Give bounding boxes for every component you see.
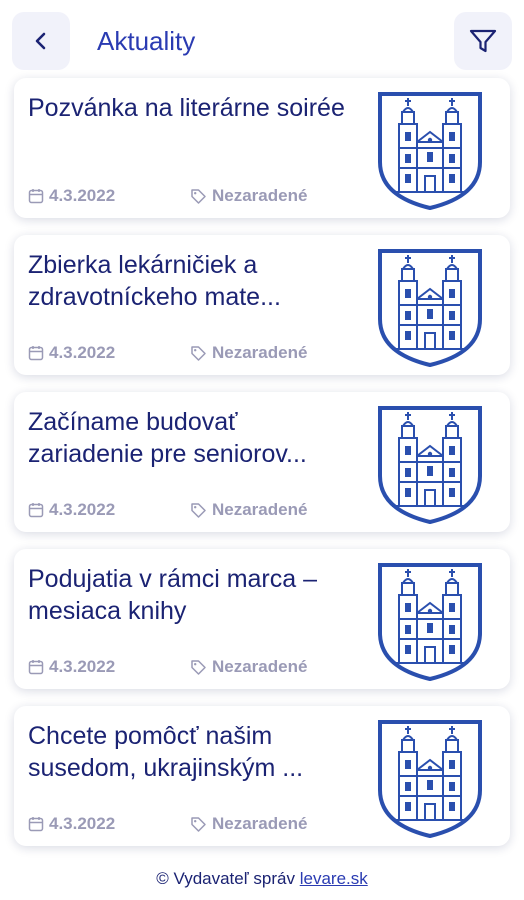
filter-icon <box>469 29 497 53</box>
article-list: Pozvánka na literárne soirée 4.3.2022 Ne… <box>14 78 510 863</box>
article-card[interactable]: Podujatia v rámci marca – mesiaca knihy … <box>14 549 510 689</box>
calendar-icon <box>28 345 44 361</box>
calendar-icon <box>28 659 44 675</box>
footer-text: © Vydavateľ správ <box>156 869 300 888</box>
article-date: 4.3.2022 <box>49 657 116 676</box>
calendar-icon <box>28 816 44 832</box>
church-crest-image <box>374 718 486 840</box>
chevron-left-icon <box>35 32 46 50</box>
article-card[interactable]: Pozvánka na literárne soirée 4.3.2022 Ne… <box>14 78 510 218</box>
church-crest-image <box>374 90 486 212</box>
article-meta: 4.3.2022 Nezaradené <box>28 812 307 836</box>
article-category: Nezaradené <box>212 343 308 362</box>
article-card[interactable]: Začíname budovať zariadenie pre seniorov… <box>14 392 510 532</box>
article-title: Pozvánka na literárne soirée <box>28 94 345 122</box>
article-date: 4.3.2022 <box>49 343 116 362</box>
back-button[interactable] <box>12 12 70 70</box>
church-crest-image <box>374 404 486 526</box>
article-meta: 4.3.2022 Nezaradené <box>28 341 307 365</box>
filter-button[interactable] <box>454 12 512 70</box>
tag-icon <box>190 345 207 362</box>
article-meta: 4.3.2022 Nezaradené <box>28 655 307 679</box>
article-card[interactable]: Zbierka lekárničiek a zdravotníckeho mat… <box>14 235 510 375</box>
tag-icon <box>190 816 207 833</box>
calendar-icon <box>28 188 44 204</box>
article-date: 4.3.2022 <box>49 814 116 833</box>
article-title: Začíname budovať zariadenie pre seniorov… <box>28 408 307 468</box>
page-title: Aktuality <box>97 26 196 56</box>
article-title: Zbierka lekárničiek a zdravotníckeho mat… <box>28 251 281 311</box>
article-title: Chcete pomôcť našim susedom, ukrajinským… <box>28 722 304 782</box>
article-meta: 4.3.2022 Nezaradené <box>28 498 307 522</box>
app-header: Aktuality <box>0 0 524 84</box>
article-category: Nezaradené <box>212 186 308 205</box>
tag-icon <box>190 188 207 205</box>
article-category: Nezaradené <box>212 500 308 519</box>
church-crest-image <box>374 561 486 683</box>
article-category: Nezaradené <box>212 814 308 833</box>
tag-icon <box>190 659 207 676</box>
article-card[interactable]: Chcete pomôcť našim susedom, ukrajinským… <box>14 706 510 846</box>
article-meta: 4.3.2022 Nezaradené <box>28 184 307 208</box>
article-date: 4.3.2022 <box>49 500 116 519</box>
article-date: 4.3.2022 <box>49 186 116 205</box>
publisher-link[interactable]: levare.sk <box>300 869 368 888</box>
article-category: Nezaradené <box>212 657 308 676</box>
tag-icon <box>190 502 207 519</box>
calendar-icon <box>28 502 44 518</box>
article-title: Podujatia v rámci marca – mesiaca knihy <box>28 565 318 625</box>
footer: © Vydavateľ správ levare.sk <box>0 869 524 889</box>
church-crest-image <box>374 247 486 369</box>
